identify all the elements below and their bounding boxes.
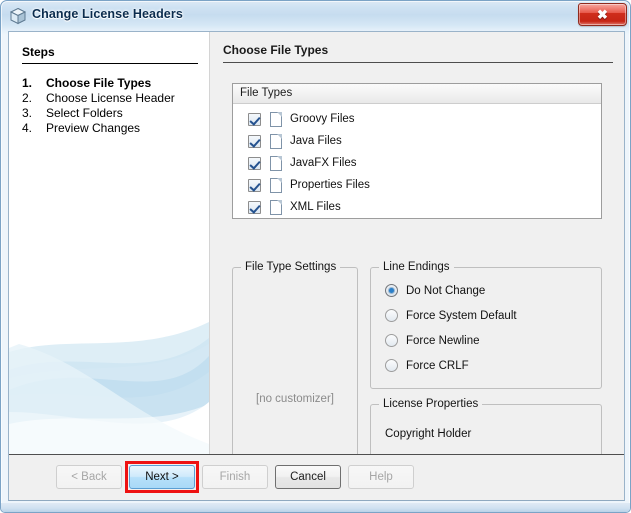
step-label-3: Select Folders — [46, 106, 123, 120]
file-type-label-xml: XML Files — [290, 201, 341, 213]
page-title: Choose File Types — [223, 43, 329, 57]
dialog-body: Steps 1. Choose File Types 2. Choose Licen… — [8, 31, 625, 501]
window-title: Change License Headers — [32, 7, 183, 21]
file-type-label-properties: Properties Files — [290, 179, 370, 191]
file-type-row-java[interactable]: Java Files — [233, 130, 601, 152]
step-label-4: Preview Changes — [46, 121, 141, 135]
cube-icon — [9, 7, 27, 25]
radio-row-force-crlf[interactable]: Force CRLF — [385, 359, 469, 372]
dialog-window: Change License Headers ✖ Steps 1. Choose … — [0, 0, 631, 513]
radio-force-system-default[interactable] — [385, 309, 398, 322]
checkbox-java-files[interactable] — [248, 134, 261, 148]
help-button[interactable]: Help — [348, 465, 414, 489]
no-customizer-text: [no customizer] — [256, 393, 334, 405]
step-number-1: 1. — [22, 76, 33, 90]
document-icon — [270, 155, 282, 171]
title-bar: Change License Headers ✖ — [1, 1, 630, 31]
file-type-row-javafx[interactable]: JavaFX Files — [233, 152, 601, 174]
document-icon — [270, 199, 282, 215]
step-number-3: 3. — [22, 106, 33, 120]
step-number-2: 2. — [22, 91, 33, 105]
radio-label-force-crlf: Force CRLF — [406, 359, 469, 372]
button-bar: < Back Next > Finish Cancel Help — [9, 455, 624, 500]
document-icon — [270, 133, 282, 149]
back-button[interactable]: < Back — [56, 465, 122, 489]
radio-do-not-change[interactable] — [385, 284, 398, 297]
radio-label-force-system-default: Force System Default — [406, 309, 517, 322]
radio-row-do-not-change[interactable]: Do Not Change — [385, 284, 485, 297]
radio-label-do-not-change: Do Not Change — [406, 284, 486, 297]
checkbox-groovy-files[interactable] — [248, 112, 261, 126]
close-button[interactable]: ✖ — [578, 3, 627, 26]
decorative-swoosh — [9, 322, 209, 454]
steps-title: Steps — [22, 45, 55, 59]
license-properties-group: License Properties Copyright Holder — [370, 398, 602, 454]
file-type-settings-group: File Type Settings [no customizer] — [232, 261, 358, 454]
radio-label-force-newline: Force Newline — [406, 334, 480, 347]
file-types-list: Groovy Files Java Files JavaFX Files Pro… — [233, 104, 601, 218]
radio-force-newline[interactable] — [385, 334, 398, 347]
steps-divider — [22, 63, 198, 64]
step-number-4: 4. — [22, 121, 33, 135]
radio-row-force-system-default[interactable]: Force System Default — [385, 309, 517, 322]
step-item-1: 1. Choose File Types — [22, 76, 151, 90]
step-item-3: 3. Select Folders — [22, 106, 123, 120]
step-label-2: Choose License Header — [46, 91, 175, 105]
step-item-4: 4. Preview Changes — [22, 121, 140, 135]
line-endings-title: Line Endings — [379, 261, 454, 273]
page-title-divider — [223, 62, 613, 63]
file-type-settings-title: File Type Settings — [241, 261, 341, 273]
license-properties-title: License Properties — [379, 398, 483, 410]
file-type-row-xml[interactable]: XML Files — [233, 196, 601, 218]
content-pane: Choose File Types File Types Groovy File… — [210, 32, 624, 454]
next-button[interactable]: Next > — [129, 465, 195, 489]
checkbox-xml-files[interactable] — [248, 200, 261, 214]
file-types-header: File Types — [233, 84, 601, 104]
step-label-1: Choose File Types — [46, 76, 152, 90]
file-type-label-javafx: JavaFX Files — [290, 157, 357, 169]
document-icon — [270, 111, 282, 127]
document-icon — [270, 177, 282, 193]
radio-force-crlf[interactable] — [385, 359, 398, 372]
file-types-panel: File Types Groovy Files Java Files JavaF… — [232, 83, 602, 219]
file-type-label-java: Java Files — [290, 135, 342, 147]
finish-button[interactable]: Finish — [202, 465, 268, 489]
checkbox-javafx-files[interactable] — [248, 156, 261, 170]
line-endings-group: Line Endings Do Not Change Force System … — [370, 261, 602, 389]
close-icon: ✖ — [597, 7, 608, 22]
checkbox-properties-files[interactable] — [248, 178, 261, 192]
steps-pane: Steps 1. Choose File Types 2. Choose Licen… — [9, 32, 210, 454]
cancel-button[interactable]: Cancel — [275, 465, 341, 489]
radio-row-force-newline[interactable]: Force Newline — [385, 334, 480, 347]
file-type-row-groovy[interactable]: Groovy Files — [233, 108, 601, 130]
copyright-holder-label: Copyright Holder — [385, 428, 472, 440]
file-type-label-groovy: Groovy Files — [290, 113, 355, 125]
file-type-row-properties[interactable]: Properties Files — [233, 174, 601, 196]
step-item-2: 2. Choose License Header — [22, 91, 175, 105]
